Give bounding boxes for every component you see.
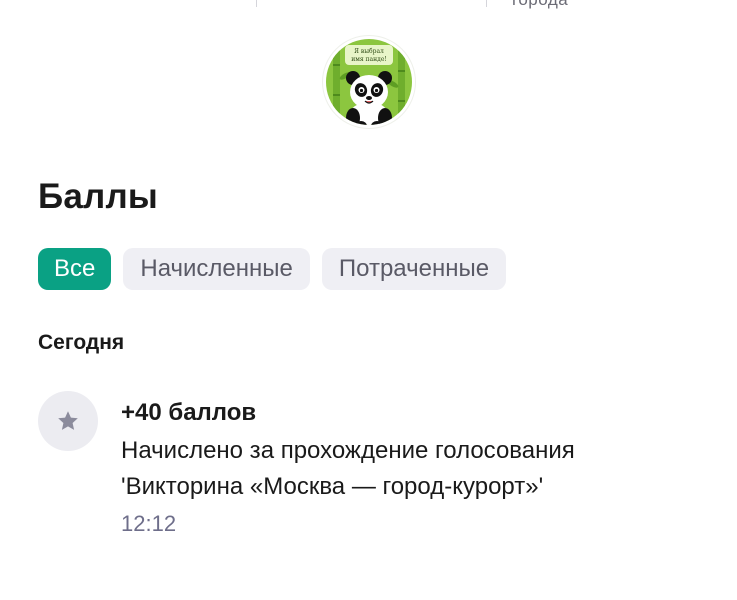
points-description-line: 'Викторина «Москва — город-курорт»' (121, 473, 544, 500)
panda-badge-icon: Я выбрал имя панде! (326, 39, 412, 125)
svg-text:имя панде!: имя панде! (351, 56, 387, 63)
points-description: Начислено за прохождение голосования 'Ви… (121, 433, 701, 505)
points-time: 12:12 (121, 511, 177, 536)
top-divider (256, 0, 257, 7)
filter-tab-all[interactable]: Все (38, 248, 112, 290)
points-page: города Я выбрал имя панде! (0, 0, 737, 600)
filter-tab-earned[interactable]: Начисленные (123, 248, 310, 290)
history-item-body: +40 баллов Начислено за прохождение голо… (121, 397, 701, 539)
top-divider (486, 0, 487, 7)
svg-text:Я выбрал: Я выбрал (354, 48, 384, 55)
history-group-label: Сегодня (38, 331, 125, 354)
top-tab-label-cut[interactable]: города (512, 0, 568, 10)
panda-badge[interactable]: Я выбрал имя панде! (323, 36, 415, 128)
filter-tab-spent[interactable]: Потраченные (321, 248, 507, 290)
points-description-line: Начислено за прохождение голосования (121, 437, 575, 464)
page-title: Баллы (38, 177, 158, 216)
star-icon (38, 391, 98, 451)
points-amount: +40 баллов (121, 399, 257, 426)
top-tabs-remnant: города (0, 0, 737, 10)
filter-tabs: Все Начисленные Потраченные (38, 248, 507, 290)
